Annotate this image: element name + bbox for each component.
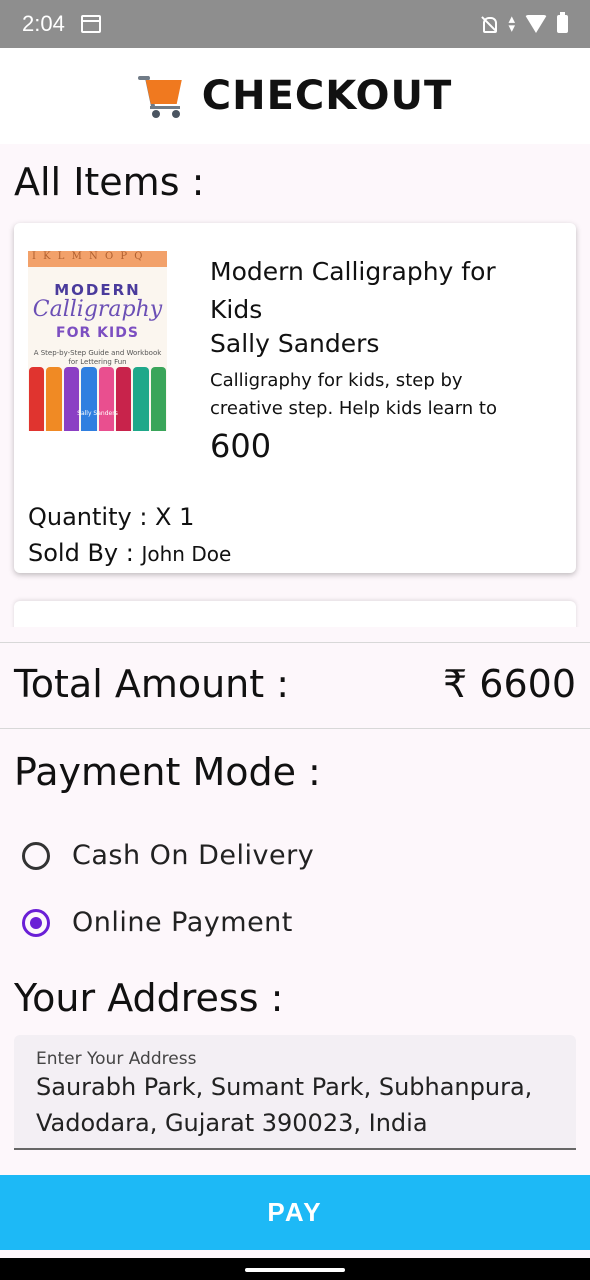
- page-title: CHECKOUT: [201, 73, 453, 119]
- divider: [0, 728, 590, 729]
- checkout-header: CHECKOUT: [0, 48, 590, 144]
- cover-subtitle: A Step-by-Step Guide and Workbook for Le…: [33, 349, 162, 366]
- item-description: Calligraphy for kids, step by creative s…: [210, 370, 497, 419]
- notification-app-icon: [80, 15, 101, 33]
- payment-option-cod[interactable]: Cash On Delivery: [22, 840, 314, 871]
- status-icons: ▴ ▾: [480, 12, 568, 36]
- total-amount-label: Total Amount :: [14, 662, 290, 706]
- cart-item-card[interactable]: I K L M N O P Q MODERN Calligraphy FOR K…: [14, 223, 576, 573]
- cover-top-letters: I K L M N O P Q: [28, 251, 167, 267]
- cover-title-line3: FOR KIDS: [56, 325, 139, 341]
- total-amount-value: ₹ 6600: [443, 662, 576, 706]
- cover-author: Sally Sanders: [77, 410, 118, 417]
- item-quantity: Quantity : X 1: [28, 503, 195, 531]
- wifi-icon: [525, 15, 547, 33]
- item-title: Modern Calligraphy for Kids: [210, 257, 496, 324]
- seller-name: John Doe: [141, 542, 232, 566]
- sold-by-label: Sold By :: [28, 539, 134, 567]
- payment-option-label[interactable]: Cash On Delivery: [72, 840, 314, 871]
- cover-title-line2: Calligraphy: [32, 297, 163, 322]
- book-cover-image: I K L M N O P Q MODERN Calligraphy FOR K…: [28, 251, 167, 431]
- payment-mode-heading: Payment Mode :: [14, 750, 321, 794]
- divider: [0, 642, 590, 643]
- radio-button-cod[interactable]: [22, 841, 50, 870]
- pay-button[interactable]: PAY: [0, 1175, 590, 1250]
- status-bar: 2:04 ▴ ▾: [0, 0, 590, 48]
- battery-icon: [557, 12, 568, 33]
- data-arrows-icon: ▴ ▾: [508, 12, 515, 36]
- status-time: 2:04: [22, 11, 65, 36]
- cover-markers-illustration: [28, 367, 167, 431]
- address-field-label: Enter Your Address: [36, 1049, 197, 1069]
- payment-option-label[interactable]: Online Payment: [72, 907, 293, 938]
- address-value[interactable]: Saurabh Park, Sumant Park, Subhanpura, V…: [36, 1069, 556, 1141]
- item-author: Sally Sanders: [210, 329, 380, 358]
- bell-off-icon: [480, 15, 498, 33]
- item-price: 600: [210, 427, 272, 465]
- shopping-cart-icon: [137, 74, 186, 118]
- home-gesture-handle[interactable]: [245, 1268, 345, 1272]
- payment-option-online[interactable]: Online Payment: [22, 907, 293, 938]
- all-items-heading: All Items :: [14, 160, 205, 204]
- address-input[interactable]: Enter Your Address Saurabh Park, Sumant …: [14, 1035, 576, 1150]
- address-heading: Your Address :: [14, 976, 284, 1020]
- radio-button-online[interactable]: [22, 908, 50, 937]
- item-sold-by: Sold By : John Doe: [28, 539, 231, 567]
